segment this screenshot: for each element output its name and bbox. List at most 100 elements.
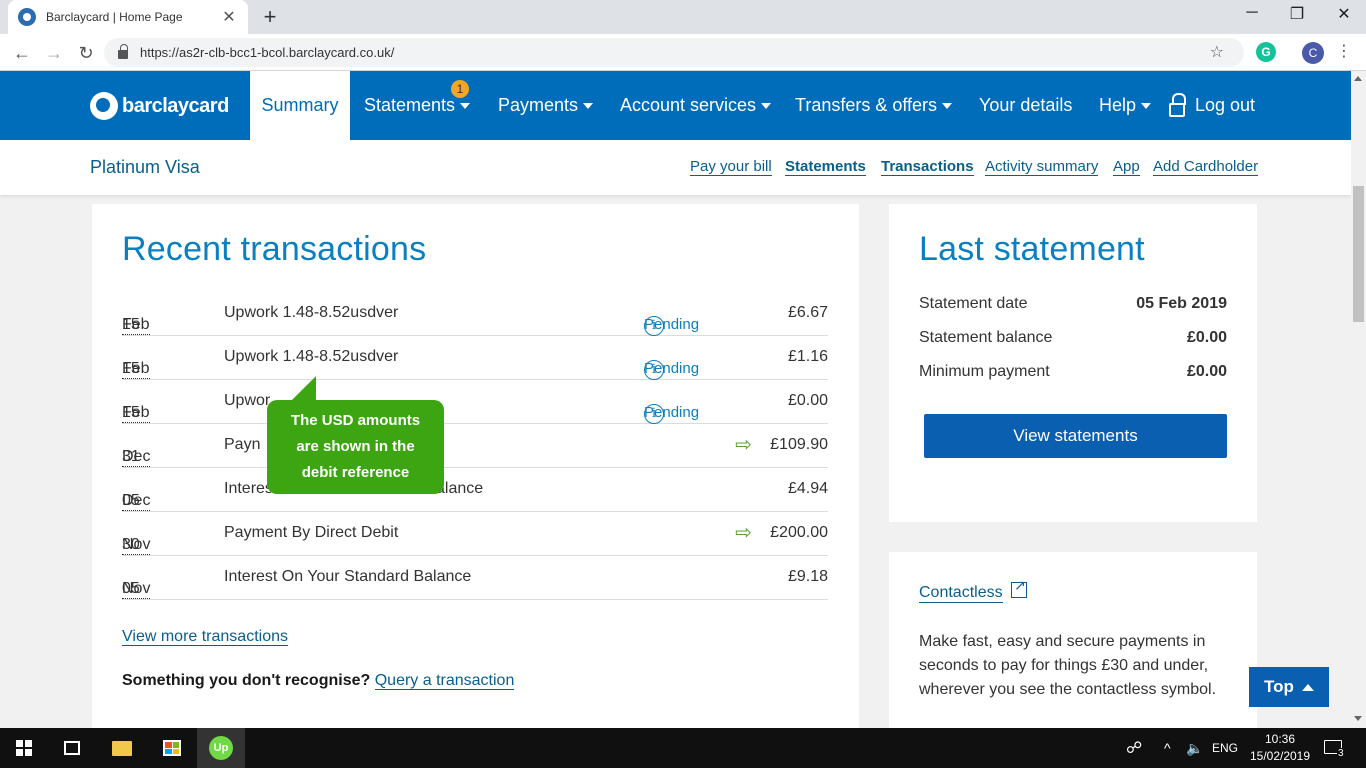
transaction-description: Interes bbox=[224, 480, 273, 497]
transactions-link[interactable]: Transactions bbox=[881, 158, 974, 176]
page-scrollbar[interactable] bbox=[1351, 71, 1366, 728]
browser-menu-icon[interactable]: ⋮ bbox=[1336, 42, 1352, 62]
site-header: barclaycard Summary Statements Payments … bbox=[0, 71, 1351, 140]
start-button[interactable] bbox=[0, 728, 48, 768]
nav-payments[interactable]: Payments bbox=[498, 71, 594, 140]
pay-your-bill-link[interactable]: Pay your bill bbox=[690, 158, 772, 176]
payment-arrow-icon: ⇨ bbox=[735, 522, 752, 544]
transaction-description: Payment By Direct Debit bbox=[224, 524, 399, 541]
add-cardholder-link[interactable]: Add Cardholder bbox=[1153, 158, 1259, 176]
people-icon[interactable]: ☍ bbox=[1126, 728, 1142, 768]
minimize-button[interactable]: ─ bbox=[1237, 4, 1267, 22]
upwork-taskbar-button[interactable]: Up bbox=[197, 728, 245, 768]
query-transaction-link[interactable]: Query a transaction bbox=[374, 672, 515, 690]
recent-transactions-title: Recent transactions bbox=[122, 230, 427, 268]
external-link-icon[interactable] bbox=[1011, 577, 1027, 598]
chevron-down-icon bbox=[942, 102, 953, 109]
grammarly-extension-icon[interactable]: G bbox=[1256, 42, 1276, 62]
transaction-description: Upwor bbox=[224, 392, 271, 409]
close-window-button[interactable]: ✕ bbox=[1329, 4, 1359, 24]
back-to-top-button[interactable]: Top bbox=[1249, 667, 1329, 707]
tooltip-line: The USD amounts bbox=[290, 412, 421, 429]
nav-summary[interactable]: Summary bbox=[250, 71, 350, 140]
top-button-label: Top bbox=[1264, 677, 1294, 696]
statement-row-value: 05 Feb 2019 bbox=[1136, 295, 1227, 312]
nav-your-details-label: Your details bbox=[979, 95, 1073, 115]
app-link[interactable]: App bbox=[1113, 158, 1140, 176]
windows-logo-icon bbox=[16, 740, 32, 756]
new-tab-button[interactable]: + bbox=[258, 5, 282, 29]
nav-help-label: Help bbox=[1099, 95, 1137, 115]
browser-tab[interactable]: Barclaycard | Home Page ✕ bbox=[8, 0, 248, 34]
transaction-amount: £6.67 bbox=[787, 304, 828, 321]
task-view-button[interactable] bbox=[48, 728, 96, 768]
back-button[interactable]: ← bbox=[10, 41, 34, 65]
taskbar-clock[interactable]: 10:36 15/02/2019 bbox=[1248, 731, 1312, 765]
transaction-amount: £1.16 bbox=[787, 348, 828, 365]
browser-toolbar: ← → ↻ https://as2r-clb-bcc1-bcol.barclay… bbox=[0, 34, 1366, 71]
restore-button[interactable]: ❐ bbox=[1282, 4, 1312, 24]
transaction-row[interactable]: 05 Dec Interes alance £4.94 bbox=[122, 468, 828, 512]
minimum-payment-row: Minimum payment £0.00 bbox=[919, 363, 1227, 381]
reload-button[interactable]: ↻ bbox=[74, 41, 98, 65]
bookmark-star-icon[interactable]: ☆ bbox=[1210, 42, 1224, 62]
transaction-row[interactable]: 15 Feb Upwor i Pending £0.00 bbox=[122, 380, 828, 424]
query-transaction-row: Something you don't recognise? Query a t… bbox=[122, 672, 515, 690]
transaction-amount: £4.94 bbox=[787, 480, 828, 497]
tab-close-icon[interactable]: ✕ bbox=[220, 7, 238, 27]
nav-your-details[interactable]: Your details bbox=[979, 71, 1072, 140]
secure-lock-icon bbox=[118, 44, 128, 59]
transaction-row[interactable]: 15 Feb Upwork 1.48-8.52usdver i Pending £… bbox=[122, 336, 828, 380]
browser-tab-bar: Barclaycard | Home Page ✕ + ─ ❐ ✕ bbox=[0, 0, 1366, 34]
scroll-up-arrow-icon[interactable] bbox=[1354, 76, 1362, 81]
logo-text: barclaycard bbox=[122, 94, 229, 117]
contactless-description: Make fast, easy and secure payments in s… bbox=[919, 633, 1217, 698]
contactless-link[interactable]: Contactless bbox=[919, 584, 1003, 603]
statements-link[interactable]: Statements bbox=[785, 158, 866, 176]
transaction-description: Upwork 1.48-8.52usdver bbox=[224, 348, 399, 365]
transaction-amount: £9.18 bbox=[787, 568, 828, 585]
barclaycard-logo[interactable]: barclaycard bbox=[90, 92, 229, 120]
windows-taskbar: Up ☍ ^ 🔈 ENG 10:36 15/02/2019 3 bbox=[0, 728, 1366, 768]
task-view-icon bbox=[64, 741, 80, 755]
volume-icon[interactable]: 🔈 bbox=[1186, 728, 1203, 768]
transaction-row[interactable]: 30 Nov Payment By Direct Debit ⇨ £200.00 bbox=[122, 512, 828, 556]
transaction-row[interactable]: 05 Nov Interest On Your Standard Balance… bbox=[122, 556, 828, 600]
nav-help[interactable]: Help bbox=[1099, 71, 1152, 140]
folder-icon bbox=[112, 740, 132, 756]
url-text: https://as2r-clb-bcc1-bcol.barclaycard.c… bbox=[140, 45, 395, 60]
language-indicator[interactable]: ENG bbox=[1212, 728, 1238, 768]
profile-avatar[interactable]: C bbox=[1302, 42, 1324, 64]
nav-account-services[interactable]: Account services bbox=[620, 71, 772, 140]
activity-summary-link[interactable]: Activity summary bbox=[985, 158, 1099, 176]
statement-balance-row: Statement balance £0.00 bbox=[919, 329, 1227, 347]
view-more-transactions-link[interactable]: View more transactions bbox=[122, 628, 288, 646]
forward-button[interactable]: → bbox=[42, 41, 66, 65]
file-explorer-button[interactable] bbox=[98, 728, 146, 768]
clock-date: 15/02/2019 bbox=[1249, 749, 1311, 763]
nav-statements-label: Statements bbox=[364, 95, 456, 115]
chevron-down-icon bbox=[761, 102, 772, 109]
address-bar[interactable]: https://as2r-clb-bcc1-bcol.barclaycard.c… bbox=[104, 38, 1244, 67]
statement-row-value: £0.00 bbox=[1186, 329, 1227, 346]
nav-summary-label: Summary bbox=[261, 95, 339, 115]
chevron-down-icon bbox=[583, 102, 594, 109]
transaction-row[interactable]: 15 Feb Upwork 1.48-8.52usdver i Pending £… bbox=[122, 292, 828, 336]
statement-row-label: Minimum payment bbox=[919, 363, 1050, 380]
scroll-down-arrow-icon[interactable] bbox=[1354, 716, 1362, 721]
chevron-down-icon bbox=[1141, 102, 1152, 109]
upwork-icon: Up bbox=[209, 736, 233, 760]
scroll-thumb[interactable] bbox=[1353, 186, 1364, 322]
nav-transfers-offers[interactable]: Transfers & offers bbox=[795, 71, 953, 140]
notification-count: 3 bbox=[1337, 748, 1345, 759]
tray-chevron-icon[interactable]: ^ bbox=[1164, 728, 1171, 768]
transaction-row[interactable]: 31 Dec Payn ⇨ £109.90 bbox=[122, 424, 828, 468]
tooltip-line: debit reference bbox=[301, 464, 410, 481]
view-statements-button[interactable]: View statements bbox=[924, 414, 1227, 458]
tooltip-line: are shown in the bbox=[296, 438, 415, 455]
logout-button[interactable]: Log out bbox=[1169, 71, 1255, 140]
store-button[interactable] bbox=[148, 728, 196, 768]
payment-arrow-icon: ⇨ bbox=[735, 434, 752, 456]
chevron-down-icon bbox=[460, 102, 471, 109]
transaction-amount: £0.00 bbox=[787, 392, 828, 409]
